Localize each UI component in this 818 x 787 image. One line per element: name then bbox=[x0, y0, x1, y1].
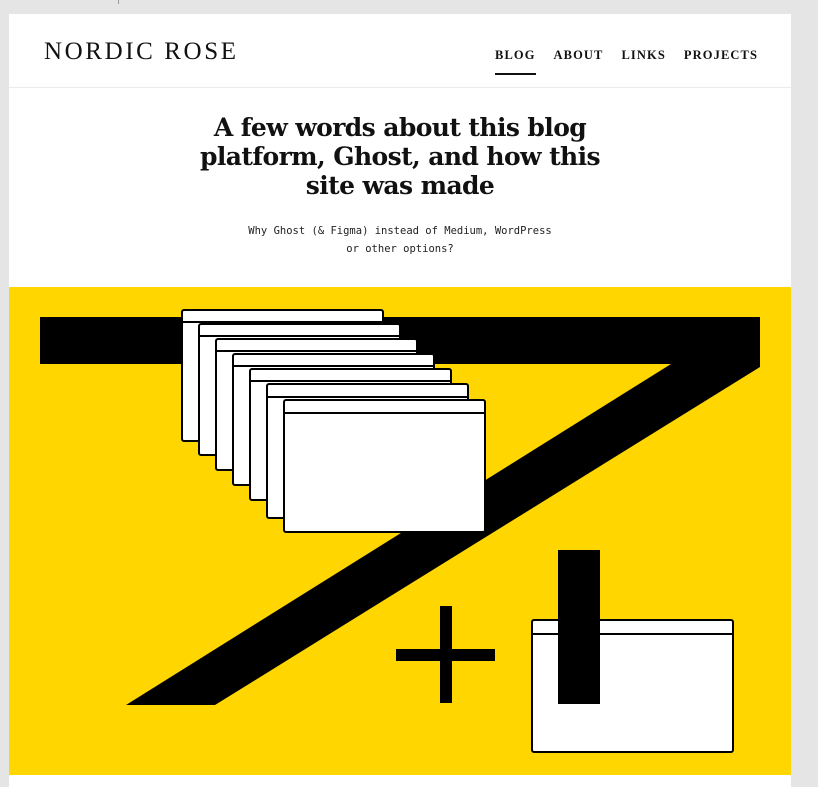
scroll-tick bbox=[118, 0, 119, 4]
article-title: A few words about this blog platform, Gh… bbox=[150, 113, 650, 200]
nav-about[interactable]: ABOUT bbox=[554, 48, 604, 63]
content-start bbox=[9, 775, 791, 787]
site-header: NORDIC ROSE BLOG ABOUT LINKS PROJECTS bbox=[9, 14, 791, 88]
hero-illustration-svg bbox=[9, 287, 791, 775]
article-subtitle: Why Ghost (& Figma) instead of Medium, W… bbox=[190, 222, 610, 258]
nav-links[interactable]: LINKS bbox=[622, 48, 666, 63]
main-nav: BLOG ABOUT LINKS PROJECTS bbox=[495, 48, 758, 75]
article-subtitle-line: or other options? bbox=[346, 243, 454, 255]
article-title-line: platform, Ghost, and how this bbox=[200, 142, 601, 171]
article-subtitle-line: Why Ghost (& Figma) instead of Medium, W… bbox=[248, 225, 552, 237]
nav-projects[interactable]: PROJECTS bbox=[684, 48, 758, 63]
site-logo[interactable]: NORDIC ROSE bbox=[44, 38, 239, 66]
hero-illustration bbox=[9, 287, 791, 775]
nav-blog[interactable]: BLOG bbox=[495, 48, 536, 75]
article-title-line: site was made bbox=[305, 171, 495, 200]
blog-page: NORDIC ROSE BLOG ABOUT LINKS PROJECTS A … bbox=[9, 14, 791, 787]
vertical-bar-icon bbox=[558, 550, 600, 704]
article-title-line: A few words about this blog bbox=[213, 113, 587, 142]
